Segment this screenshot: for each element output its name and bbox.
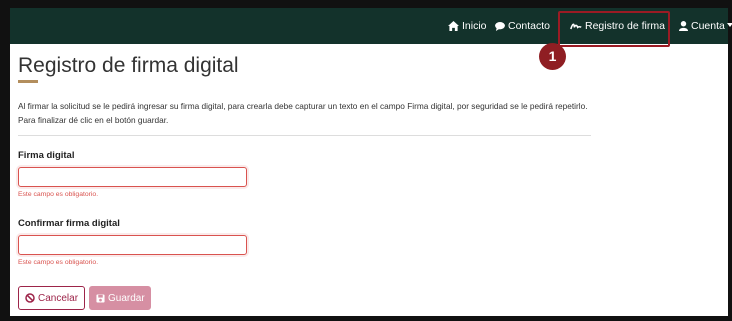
screenshot-frame-bottom [0,316,732,321]
title-underline [18,80,38,83]
nav-item-label: Cuenta [691,20,725,32]
screenshot-frame-left [0,0,10,321]
cancel-button-label: Cancelar [38,292,79,304]
cancel-button[interactable]: Cancelar [18,286,85,310]
home-icon [448,21,459,31]
annotation-highlight-box [558,11,670,47]
nav-item-label: Inicio [462,20,487,32]
confirmar-firma-digital-input[interactable] [18,235,247,255]
nav-item-contacto[interactable]: Contacto [495,8,550,44]
screenshot-frame-right [728,0,732,321]
firma-digital-input[interactable] [18,167,247,187]
page-title: Registro de firma digital [18,54,239,77]
user-icon [679,21,688,31]
divider [18,135,591,136]
ban-icon [25,292,35,303]
nav-item-cuenta[interactable]: Cuenta [679,8,732,44]
save-button[interactable]: Guardar [89,286,151,310]
confirmar-firma-digital-label: Confirmar firma digital [18,218,120,229]
floppy-disk-icon [96,293,105,303]
firma-digital-label: Firma digital [18,150,75,161]
intro-text: Al firmar la solicitud se le pedirá ingr… [18,101,588,125]
save-button-label: Guardar [108,292,145,304]
screenshot-frame-top [0,0,732,8]
firma-digital-error: Este campo es obligatorio. [18,191,99,198]
annotation-step-badge: 1 [539,43,566,70]
nav-item-label: Contacto [508,20,551,32]
confirmar-firma-digital-error: Este campo es obligatorio. [18,259,99,266]
chat-bubble-icon [495,22,505,31]
chevron-down-icon [726,23,732,27]
nav-item-inicio[interactable]: Inicio [448,8,487,44]
